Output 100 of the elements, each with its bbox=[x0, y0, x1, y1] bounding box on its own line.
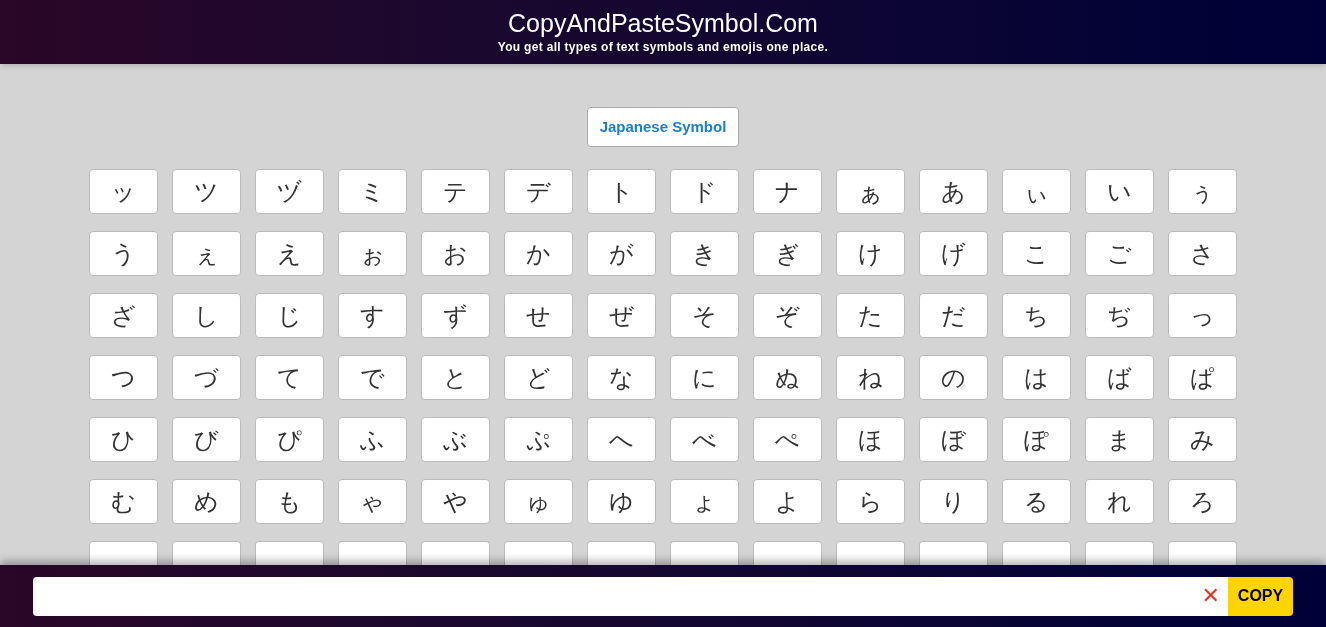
symbol-key[interactable]: か bbox=[504, 231, 573, 276]
symbol-key[interactable]: う bbox=[89, 231, 158, 276]
symbol-key[interactable]: ぼ bbox=[919, 417, 988, 462]
symbol-key[interactable]: い bbox=[1085, 169, 1154, 214]
symbol-key[interactable]: り bbox=[919, 479, 988, 524]
symbol-key[interactable]: テ bbox=[421, 169, 490, 214]
symbol-key[interactable]: ぺ bbox=[753, 417, 822, 462]
symbol-key[interactable]: ほ bbox=[836, 417, 905, 462]
symbol-key[interactable]: は bbox=[1002, 355, 1071, 400]
symbol-key[interactable]: み bbox=[1168, 417, 1237, 462]
symbol-key[interactable] bbox=[670, 541, 739, 565]
symbol-key[interactable]: で bbox=[338, 355, 407, 400]
symbol-key[interactable]: ぁ bbox=[836, 169, 905, 214]
symbol-key[interactable]: が bbox=[587, 231, 656, 276]
symbol-key[interactable]: ま bbox=[1085, 417, 1154, 462]
symbol-key[interactable]: つ bbox=[89, 355, 158, 400]
symbol-key[interactable]: こ bbox=[1002, 231, 1071, 276]
symbol-key[interactable] bbox=[421, 541, 490, 565]
symbol-key[interactable]: ツ bbox=[172, 169, 241, 214]
clear-icon[interactable]: ✕ bbox=[1201, 585, 1220, 607]
symbol-key[interactable]: に bbox=[670, 355, 739, 400]
symbol-key[interactable] bbox=[836, 541, 905, 565]
symbol-key[interactable]: あ bbox=[919, 169, 988, 214]
symbol-key[interactable]: め bbox=[172, 479, 241, 524]
symbol-key[interactable] bbox=[338, 541, 407, 565]
symbol-key[interactable]: む bbox=[89, 479, 158, 524]
symbol-key[interactable]: し bbox=[172, 293, 241, 338]
symbol-key[interactable]: ぎ bbox=[753, 231, 822, 276]
symbol-key[interactable] bbox=[587, 541, 656, 565]
symbol-key[interactable]: ぷ bbox=[504, 417, 573, 462]
symbol-key[interactable]: ぞ bbox=[753, 293, 822, 338]
symbol-key[interactable]: さ bbox=[1168, 231, 1237, 276]
copy-field[interactable]: ✕ bbox=[33, 576, 1228, 616]
symbol-key[interactable] bbox=[89, 541, 158, 565]
symbol-key[interactable]: ち bbox=[1002, 293, 1071, 338]
symbol-key[interactable]: な bbox=[587, 355, 656, 400]
symbol-key[interactable] bbox=[1085, 541, 1154, 565]
symbol-key[interactable]: ょ bbox=[670, 479, 739, 524]
symbol-key[interactable]: デ bbox=[504, 169, 573, 214]
symbol-key[interactable]: と bbox=[421, 355, 490, 400]
symbol-key[interactable]: ぜ bbox=[587, 293, 656, 338]
symbol-key[interactable]: げ bbox=[919, 231, 988, 276]
symbol-key[interactable]: ら bbox=[836, 479, 905, 524]
symbol-key[interactable]: も bbox=[255, 479, 324, 524]
symbol-key[interactable]: ゃ bbox=[338, 479, 407, 524]
symbol-key[interactable]: ぱ bbox=[1168, 355, 1237, 400]
symbol-key[interactable]: ミ bbox=[338, 169, 407, 214]
symbol-key[interactable]: ッ bbox=[89, 169, 158, 214]
symbol-key[interactable]: る bbox=[1002, 479, 1071, 524]
symbol-key[interactable] bbox=[753, 541, 822, 565]
symbol-key[interactable]: け bbox=[836, 231, 905, 276]
symbol-key[interactable]: ば bbox=[1085, 355, 1154, 400]
symbol-key[interactable] bbox=[172, 541, 241, 565]
symbol-key[interactable]: ぇ bbox=[172, 231, 241, 276]
symbol-key[interactable]: ド bbox=[670, 169, 739, 214]
symbol-key[interactable]: の bbox=[919, 355, 988, 400]
symbol-key[interactable]: へ bbox=[587, 417, 656, 462]
symbol-key[interactable]: ヅ bbox=[255, 169, 324, 214]
symbol-key[interactable]: ろ bbox=[1168, 479, 1237, 524]
symbol-key[interactable]: ゆ bbox=[587, 479, 656, 524]
symbol-key[interactable]: っ bbox=[1168, 293, 1237, 338]
symbol-key[interactable]: ぴ bbox=[255, 417, 324, 462]
symbol-key[interactable]: そ bbox=[670, 293, 739, 338]
symbol-key[interactable]: す bbox=[338, 293, 407, 338]
symbol-key[interactable] bbox=[919, 541, 988, 565]
symbol-key[interactable]: て bbox=[255, 355, 324, 400]
symbol-key[interactable]: ゅ bbox=[504, 479, 573, 524]
symbol-key[interactable]: ぽ bbox=[1002, 417, 1071, 462]
symbol-key[interactable]: ト bbox=[587, 169, 656, 214]
symbol-key[interactable]: や bbox=[421, 479, 490, 524]
symbol-key[interactable]: ず bbox=[421, 293, 490, 338]
symbol-key[interactable]: べ bbox=[670, 417, 739, 462]
symbol-key[interactable]: ぉ bbox=[338, 231, 407, 276]
symbol-key[interactable]: よ bbox=[753, 479, 822, 524]
symbol-key[interactable]: え bbox=[255, 231, 324, 276]
symbol-key[interactable]: ご bbox=[1085, 231, 1154, 276]
symbol-key[interactable]: ふ bbox=[338, 417, 407, 462]
symbol-key[interactable] bbox=[255, 541, 324, 565]
symbol-key[interactable] bbox=[504, 541, 573, 565]
symbol-key[interactable]: せ bbox=[504, 293, 573, 338]
symbol-key[interactable]: ぃ bbox=[1002, 169, 1071, 214]
symbol-key[interactable] bbox=[1168, 541, 1237, 565]
symbol-key[interactable]: ぶ bbox=[421, 417, 490, 462]
symbol-key[interactable]: ひ bbox=[89, 417, 158, 462]
symbol-key[interactable]: だ bbox=[919, 293, 988, 338]
symbol-key[interactable]: づ bbox=[172, 355, 241, 400]
symbol-key[interactable]: ぅ bbox=[1168, 169, 1237, 214]
category-button[interactable]: Japanese Symbol bbox=[586, 107, 740, 147]
symbol-key[interactable]: ね bbox=[836, 355, 905, 400]
symbol-key[interactable]: れ bbox=[1085, 479, 1154, 524]
symbol-key[interactable]: ざ bbox=[89, 293, 158, 338]
symbol-key[interactable]: ぢ bbox=[1085, 293, 1154, 338]
copy-button[interactable]: COPY bbox=[1228, 576, 1293, 616]
symbol-key[interactable] bbox=[1002, 541, 1071, 565]
symbol-key[interactable]: じ bbox=[255, 293, 324, 338]
symbol-key[interactable]: お bbox=[421, 231, 490, 276]
symbol-key[interactable]: き bbox=[670, 231, 739, 276]
symbol-key[interactable]: び bbox=[172, 417, 241, 462]
symbol-key[interactable]: た bbox=[836, 293, 905, 338]
symbol-key[interactable]: ど bbox=[504, 355, 573, 400]
